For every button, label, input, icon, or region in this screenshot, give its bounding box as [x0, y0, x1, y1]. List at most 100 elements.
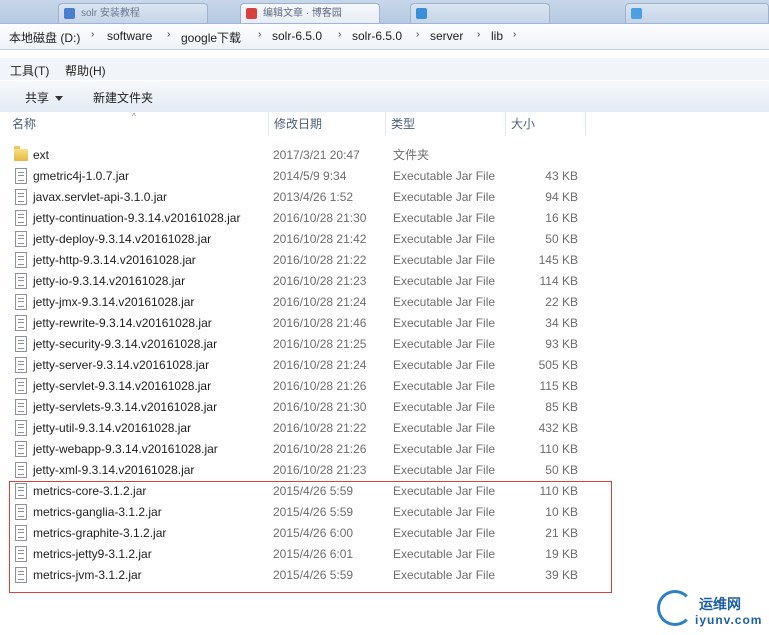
file-row[interactable]: jetty-deploy-9.3.14.v20161028.jar 2016/1… [0, 229, 769, 250]
menu-bar: 工具(T) 帮助(H) [0, 58, 769, 80]
file-date: 2016/10/28 21:23 [273, 463, 367, 477]
chevron-right-icon[interactable]: › [258, 29, 261, 40]
breadcrumb-lib[interactable]: lib [491, 29, 503, 43]
file-row[interactable]: jetty-io-9.3.14.v20161028.jar 2016/10/28… [0, 271, 769, 292]
file-name: jetty-jmx-9.3.14.v20161028.jar [33, 295, 195, 309]
file-type: Executable Jar File [393, 463, 496, 477]
file-row[interactable]: jetty-servlet-9.3.14.v20161028.jar 2016/… [0, 376, 769, 397]
file-date: 2016/10/28 21:24 [273, 358, 367, 372]
file-row[interactable]: jetty-xml-9.3.14.v20161028.jar 2016/10/2… [0, 460, 769, 481]
file-type: Executable Jar File [393, 169, 496, 183]
file-type: Executable Jar File [393, 295, 496, 309]
folder-icon [14, 146, 28, 161]
jar-file-icon [15, 252, 27, 268]
watermark-text-en: iyunv.com [695, 613, 763, 627]
column-name[interactable]: 名称 [7, 112, 269, 136]
jar-file-icon [15, 189, 27, 205]
command-bar: 共享 新建文件夹 [0, 80, 769, 113]
file-type: 文件夹 [393, 148, 430, 162]
file-size: 50 KB [545, 463, 578, 477]
share-button[interactable]: 共享 [25, 89, 64, 106]
file-size: 115 KB [539, 379, 578, 393]
file-row[interactable]: jetty-servlets-9.3.14.v20161028.jar 2016… [0, 397, 769, 418]
address-bar[interactable]: 本地磁盘 (D:) › software › google下载 › solr-6… [0, 24, 769, 50]
browser-page-icon [416, 8, 427, 19]
breadcrumb-solr-outer[interactable]: solr-6.5.0 [272, 29, 322, 43]
file-row[interactable]: jetty-jmx-9.3.14.v20161028.jar 2016/10/2… [0, 292, 769, 313]
file-date: 2016/10/28 21:22 [273, 421, 367, 435]
breadcrumb-server[interactable]: server [430, 29, 463, 43]
file-name: jetty-util-9.3.14.v20161028.jar [33, 421, 192, 435]
file-date: 2016/10/28 21:26 [273, 442, 367, 456]
jar-file-icon [15, 441, 27, 457]
file-name: jetty-continuation-9.3.14.v20161028.jar [33, 211, 241, 225]
breadcrumb-drive[interactable]: 本地磁盘 (D:) [9, 29, 80, 46]
file-row[interactable]: jetty-webapp-9.3.14.v20161028.jar 2016/1… [0, 439, 769, 460]
file-name: jetty-rewrite-9.3.14.v20161028.jar [33, 316, 212, 330]
jar-file-icon [15, 273, 27, 289]
file-row[interactable]: gmetric4j-1.0.7.jar 2014/5/9 9:34 Execut… [0, 166, 769, 187]
column-date-label: 修改日期 [274, 117, 323, 131]
column-type[interactable]: 类型 [386, 112, 506, 136]
file-size: 50 KB [545, 232, 578, 246]
file-name: jetty-deploy-9.3.14.v20161028.jar [33, 232, 212, 246]
browser-page-icon [631, 8, 642, 19]
jar-file-icon [15, 378, 27, 394]
jar-file-icon [15, 357, 27, 373]
file-date: 2013/4/26 1:52 [273, 190, 354, 204]
file-row[interactable]: jetty-server-9.3.14.v20161028.jar 2016/1… [0, 355, 769, 376]
share-label: 共享 [25, 91, 50, 105]
metrics-highlight-box [9, 481, 612, 593]
breadcrumb-software[interactable]: software [107, 29, 152, 43]
file-row[interactable]: jetty-security-9.3.14.v20161028.jar 2016… [0, 334, 769, 355]
file-size: 432 KB [538, 421, 578, 435]
jar-file-icon [15, 168, 27, 184]
breadcrumb-solr-inner[interactable]: solr-6.5.0 [352, 29, 402, 43]
breadcrumb-google-downloads[interactable]: google下载 [181, 29, 241, 46]
column-date[interactable]: 修改日期 [269, 112, 386, 136]
menu-tools[interactable]: 工具(T) [10, 62, 49, 79]
file-name: jetty-webapp-9.3.14.v20161028.jar [33, 442, 218, 456]
file-name: jetty-http-9.3.14.v20161028.jar [33, 253, 196, 267]
file-type: Executable Jar File [393, 358, 496, 372]
file-name: gmetric4j-1.0.7.jar [33, 169, 130, 183]
chevron-right-icon[interactable]: › [416, 29, 419, 40]
jar-file-icon [15, 315, 27, 331]
column-size[interactable]: 大小 [506, 112, 586, 136]
jar-file-icon [15, 210, 27, 226]
watermark-logo: 运维网 iyunv.com [655, 588, 765, 632]
tab-other-1[interactable] [410, 3, 550, 23]
tab-solr-tutorial[interactable]: solr 安装教程 [58, 3, 208, 23]
file-type: Executable Jar File [393, 274, 496, 288]
chevron-right-icon[interactable]: › [477, 29, 480, 40]
column-type-label: 类型 [391, 117, 416, 131]
file-row[interactable]: jetty-rewrite-9.3.14.v20161028.jar 2016/… [0, 313, 769, 334]
file-type: Executable Jar File [393, 253, 496, 267]
jar-file-icon [15, 420, 27, 436]
tab-edit-article[interactable]: 编辑文章 · 博客园 [240, 3, 380, 23]
chevron-right-icon[interactable]: › [513, 29, 516, 40]
file-date: 2016/10/28 21:46 [273, 316, 367, 330]
chevron-right-icon[interactable]: › [338, 29, 341, 40]
file-row[interactable]: ext 2017/3/21 20:47 文件夹 [0, 145, 769, 166]
menu-help[interactable]: 帮助(H) [65, 62, 106, 79]
dropdown-arrow-icon [55, 96, 64, 102]
new-folder-button[interactable]: 新建文件夹 [93, 89, 153, 106]
chevron-right-icon[interactable]: › [167, 29, 170, 40]
file-size: 43 KB [545, 169, 578, 183]
file-row[interactable]: jetty-http-9.3.14.v20161028.jar 2016/10/… [0, 250, 769, 271]
file-size: 110 KB [539, 442, 578, 456]
column-name-label: 名称 [12, 117, 37, 131]
file-row[interactable]: jetty-continuation-9.3.14.v20161028.jar … [0, 208, 769, 229]
file-date: 2016/10/28 21:24 [273, 295, 367, 309]
tab-other-2[interactable] [625, 3, 769, 23]
file-size: 34 KB [545, 316, 578, 330]
browser-tab-strip: solr 安装教程 编辑文章 · 博客园 [0, 0, 769, 24]
file-type: Executable Jar File [393, 316, 496, 330]
tab-label: solr 安装教程 [81, 8, 140, 19]
column-header: 名称 ^ 修改日期 类型 大小 [0, 112, 769, 136]
column-size-label: 大小 [511, 117, 536, 131]
file-row[interactable]: javax.servlet-api-3.1.0.jar 2013/4/26 1:… [0, 187, 769, 208]
chevron-right-icon[interactable]: › [91, 29, 94, 40]
file-row[interactable]: jetty-util-9.3.14.v20161028.jar 2016/10/… [0, 418, 769, 439]
